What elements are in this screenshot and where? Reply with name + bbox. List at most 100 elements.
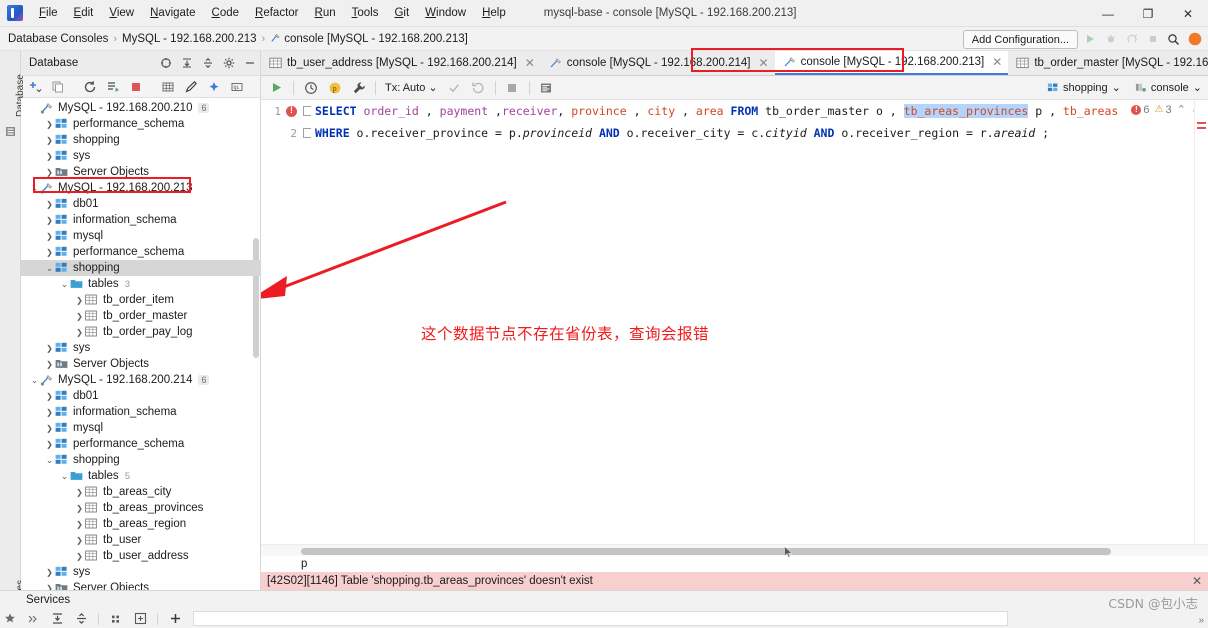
chevron-right-icon[interactable]: ❯ [44,232,55,241]
tree-node-mysql[interactable]: ❯ mysql [21,228,260,244]
menu-item-view[interactable]: View [101,3,142,23]
menu-item-file[interactable]: File [31,3,66,23]
rollback-icon[interactable] [471,80,486,95]
chevron-right-icon[interactable]: ❯ [44,568,55,577]
copy-icon[interactable] [51,80,65,94]
session-selector[interactable]: console ⌄ [1135,81,1202,94]
previous-problem-icon[interactable]: ⌃ [1177,103,1186,116]
stop-icon[interactable] [505,80,520,95]
database-rail-icon[interactable] [4,125,17,138]
chevron-right-icon[interactable]: ❯ [44,216,55,225]
parameters-icon[interactable]: p [327,80,342,95]
code-line-1[interactable]: SELECT order_id , payment ,receiver, pro… [301,100,1208,122]
breadcrumb-item-1[interactable]: MySQL - 192.168.200.213 [122,33,256,45]
gutter-line-2[interactable]: 2 [261,122,301,144]
debug-icon[interactable] [1101,30,1120,49]
schema-selector[interactable]: shopping ⌄ [1047,81,1121,94]
inspection-widget[interactable]: ! 6 ⚠ 3 ⌃ ⌄ [1131,103,1200,116]
add-box-icon[interactable] [133,612,147,626]
editor-tab-0[interactable]: tb_user_address [MySQL - 192.168.200.214… [261,51,541,75]
chevron-right-icon[interactable]: ❯ [74,536,85,545]
tree-node-tb-user[interactable]: ❯ tb_user [21,532,260,548]
close-icon[interactable]: ✕ [759,56,769,70]
horizontal-scrollbar[interactable] [301,548,1111,555]
close-icon[interactable]: ✕ [1192,574,1202,588]
menu-item-navigate[interactable]: Navigate [142,3,203,23]
chevron-down-icon[interactable]: ⌄ [44,263,55,274]
transaction-mode-dropdown[interactable]: Tx: Auto ⌄ [385,81,438,95]
tree-node-mysql-192-168-200-210[interactable]: MySQL - 192.168.200.210 6 [21,100,260,116]
menu-item-help[interactable]: Help [474,3,514,23]
menu-item-tools[interactable]: Tools [344,3,387,23]
chevron-right-icon[interactable]: ❯ [44,200,55,209]
code-line-2[interactable]: WHERE o.receiver_province = p.provinceid… [301,122,1208,144]
tree-node-shopping[interactable]: ⌄ shopping [21,260,260,276]
jump-to-icon[interactable] [207,80,221,94]
tree-node-server-objects[interactable]: ❯ Server Objects [21,580,260,590]
execute-icon[interactable] [269,80,284,95]
refresh-icon[interactable] [83,80,97,94]
search-icon[interactable] [1164,30,1183,49]
warning-count-badge[interactable]: ⚠ 3 [1154,104,1171,116]
chevron-down-icon[interactable]: ⌄ [29,183,40,194]
sync-icon[interactable] [159,57,172,70]
chevron-right-icon[interactable]: ❯ [44,248,55,257]
sql-editor[interactable]: 1! 2 SELECT order_id , payment ,receiver,… [261,100,1208,544]
breadcrumb-item-0[interactable]: Database Consoles [8,33,108,45]
add-configuration-button[interactable]: Add Configuration... [962,29,1078,49]
hide-panel-icon[interactable] [243,57,256,70]
modify-pencil-icon[interactable] [184,80,198,94]
chevron-right-icon[interactable]: ❯ [44,440,55,449]
tree-node-sys[interactable]: ❯ sys [21,148,260,164]
chevron-right-icon[interactable]: ❯ [44,360,55,369]
chevron-right-icon[interactable]: ❯ [44,168,55,177]
tree-node-mysql[interactable]: ❯ mysql [21,420,260,436]
database-tree[interactable]: MySQL - 192.168.200.210 6 ❯ performance_sch… [21,98,260,590]
chevron-down-icon[interactable]: ⌄ [29,375,40,386]
account-avatar[interactable] [1185,30,1204,49]
tree-node-tb-areas-provinces[interactable]: ❯ tb_areas_provinces [21,500,260,516]
editor-tab-2[interactable]: console [MySQL - 192.168.200.213] ✕ [774,51,1009,75]
error-count-badge[interactable]: ! 6 [1131,104,1149,116]
plus-icon[interactable] [168,612,182,626]
tree-node-shopping[interactable]: ❯ shopping [21,132,260,148]
menu-item-refactor[interactable]: Refactor [247,3,306,23]
stop-icon[interactable] [1143,30,1162,49]
chevron-right-icon[interactable]: ❯ [44,136,55,145]
expand-chevrons-icon[interactable] [26,612,40,626]
wrench-icon[interactable] [351,80,366,95]
menu-item-code[interactable]: Code [204,3,248,23]
chevron-right-icon[interactable]: ❯ [74,504,85,513]
code-fold-marker[interactable] [303,128,311,138]
expand-all-icon[interactable] [50,612,64,626]
tree-node-information-schema[interactable]: ❯ information_schema [21,404,260,420]
chevron-down-icon[interactable]: ⌄ [59,471,70,482]
gutter-line-1[interactable]: 1! [261,100,301,122]
run-icon[interactable] [1080,30,1099,49]
expand-chevrons-icon[interactable]: » [1198,615,1204,626]
profile-icon[interactable] [1122,30,1141,49]
stop-icon[interactable] [129,80,143,94]
close-icon[interactable]: ✕ [525,56,535,70]
tree-node-information-schema[interactable]: ❯ information_schema [21,212,260,228]
tree-node-db01[interactable]: ❯ db01 [21,196,260,212]
menu-item-git[interactable]: Git [386,3,417,23]
tree-node-performance-schema[interactable]: ❯ performance_schema [21,244,260,260]
tree-node-performance-schema[interactable]: ❯ performance_schema [21,436,260,452]
tree-node-server-objects[interactable]: ❯ Server Objects [21,356,260,372]
chevron-right-icon[interactable]: ❯ [74,296,85,305]
run-script-icon[interactable] [106,80,120,94]
menu-item-window[interactable]: Window [417,3,474,23]
close-button[interactable]: ✕ [1168,0,1208,27]
tree-node-mysql-192-168-200-214[interactable]: ⌄ MySQL - 192.168.200.214 6 [21,372,260,388]
chevron-right-icon[interactable]: ❯ [44,344,55,353]
history-icon[interactable] [303,80,318,95]
favorites-star-icon[interactable] [4,612,16,624]
tree-node-tb-order-item[interactable]: ❯ tb_order_item [21,292,260,308]
chevron-right-icon[interactable]: ❯ [44,120,55,129]
chevron-down-icon[interactable]: ⌄ [44,455,55,466]
tree-node-tb-order-pay-log[interactable]: ❯ tb_order_pay_log [21,324,260,340]
chevron-right-icon[interactable]: ❯ [74,520,85,529]
chevron-right-icon[interactable]: ❯ [44,392,55,401]
tree-node-server-objects[interactable]: ❯ Server Objects [21,164,260,180]
